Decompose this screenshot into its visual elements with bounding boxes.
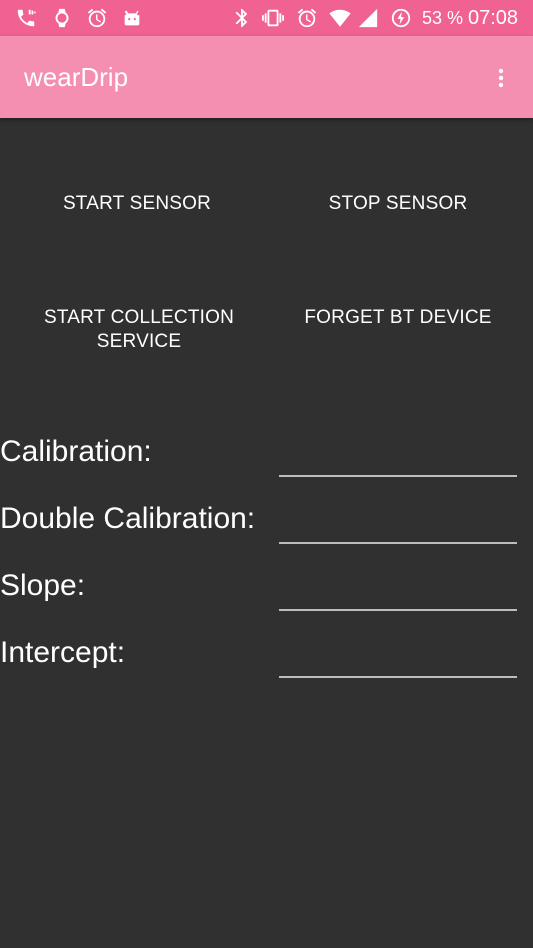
forget-bt-device-button[interactable]: FORGET BT DEVICE [267, 306, 529, 330]
vibrate-icon [261, 6, 285, 30]
watch-icon [50, 6, 74, 30]
battery-charging-icon [389, 6, 413, 30]
battery-percent: 53 % [422, 8, 464, 28]
calibration-input[interactable] [279, 443, 517, 477]
start-collection-service-label: START COLLECTION SERVICE [43, 307, 235, 352]
android-icon [120, 6, 144, 30]
intercept-label: Intercept: [0, 636, 126, 669]
stop-sensor-button[interactable]: STOP SENSOR [267, 192, 529, 216]
phone-vibrate-icon [14, 6, 38, 30]
signal-icon [356, 6, 380, 30]
intercept-input[interactable] [279, 644, 517, 678]
alarm-icon [295, 6, 319, 30]
double-calibration-input[interactable] [279, 510, 517, 544]
app-title: wearDrip [24, 62, 129, 92]
more-vert-icon[interactable] [487, 64, 515, 92]
alarm-icon [85, 6, 109, 30]
double-calibration-label: Double Calibration: [0, 502, 256, 535]
start-sensor-button[interactable]: START SENSOR [6, 192, 268, 216]
bluetooth-icon [230, 6, 254, 30]
slope-label: Slope: [0, 569, 86, 602]
clock-time: 07:08 [468, 7, 519, 29]
status-bar: 53 % 07:08 [0, 0, 533, 36]
slope-input[interactable] [279, 577, 517, 611]
start-collection-service-button[interactable]: START COLLECTION SERVICE [8, 306, 270, 354]
calibration-label: Calibration: [0, 435, 152, 468]
app-bar: wearDrip [0, 36, 533, 118]
wifi-icon [328, 6, 352, 30]
